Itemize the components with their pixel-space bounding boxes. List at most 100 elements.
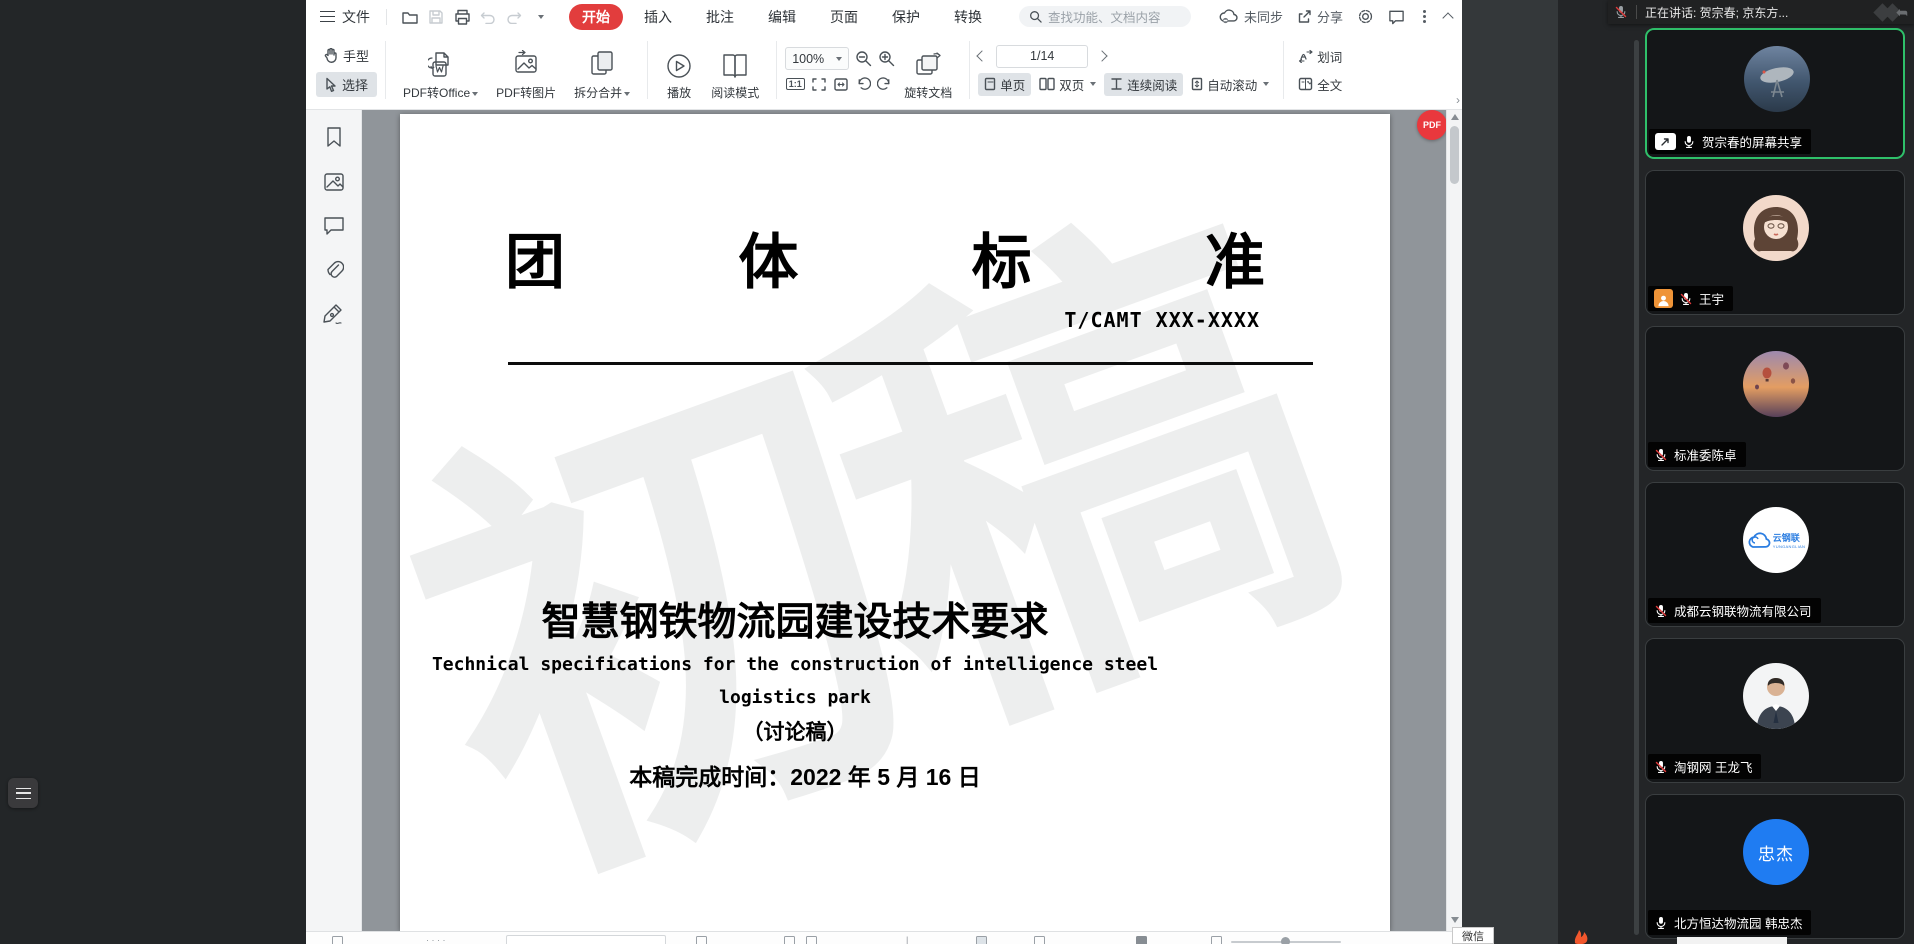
images-icon[interactable] [323,172,345,192]
play-icon [665,52,693,80]
participant-tile[interactable]: 标准委陈卓 [1645,326,1905,471]
redo-button[interactable] [501,6,527,28]
split-merge-button[interactable]: 拆分合并 [565,37,639,103]
document-title-en-line1: Technical specifications for the constru… [400,654,1190,675]
single-page-button[interactable]: 单页 [978,73,1031,96]
tab-comment[interactable]: 批注 [693,4,747,30]
back-arrow-icon[interactable]: ➦ [1896,4,1908,21]
zoom-out-icon[interactable] [855,50,872,67]
chevron-down-icon [1263,82,1269,86]
scroll-up-icon[interactable] [1451,114,1459,120]
pointer-mode-group: 手型 选择 [316,37,377,103]
company-logo-subtext: YUNGANGLIAN [1773,544,1805,549]
hand-tool-button[interactable]: 手型 [316,43,377,68]
play-button[interactable]: 播放 [656,37,702,103]
participant-tile[interactable]: 云钢联 YUNGANGLIAN 成都云钢联物流有限公司 [1645,482,1905,627]
zoom-minus-icon[interactable] [1211,936,1222,944]
pdf-to-office-button[interactable]: PDF转Office [394,37,487,103]
tab-page[interactable]: 页面 [817,4,871,30]
zoom-slider-knob[interactable] [1281,937,1290,944]
full-translate-button[interactable]: 全文 [1292,73,1348,96]
participant-tile[interactable]: 忠杰 北方恒达物流园 韩忠杰 [1645,794,1905,939]
view-icon[interactable] [784,936,795,944]
tab-protect[interactable]: 保护 [879,4,933,30]
bar-controls: ➦ [1876,4,1908,21]
more-options-icon[interactable] [1423,15,1426,18]
toolbar-expand-button[interactable]: › [1456,93,1460,107]
header-char: 标 [972,214,1032,301]
tab-insert[interactable]: 插入 [631,4,685,30]
header-char: 体 [738,214,798,301]
zoom-level-value: 100% [792,52,824,66]
collapsed-sidebar-toggle-button[interactable] [8,778,38,808]
continuous-read-icon [1110,77,1123,91]
zoom-in-icon[interactable] [878,50,895,67]
participant-tile[interactable]: 贺宗春的屏幕共享 [1645,28,1905,159]
tab-home[interactable]: 开始 [569,4,623,30]
double-page-button[interactable]: 双页 [1033,73,1102,96]
fit-width-icon[interactable] [833,77,849,92]
feedback-comment-icon[interactable] [1388,9,1405,25]
next-page-button[interactable] [1097,50,1108,61]
tab-edit[interactable]: 编辑 [755,4,809,30]
split-merge-icon [589,50,615,80]
document-viewport[interactable]: 初稿 团 体 标 准 T/CAMT XXX-XXXX 智慧钢铁物流园建设技术要求… [362,110,1446,931]
search-input[interactable]: 查找功能、文档内容 [1019,6,1191,27]
rotate-left-icon[interactable] [855,77,871,92]
scroll-down-icon[interactable] [1451,917,1459,923]
sync-status-label: 未同步 [1244,7,1283,26]
meeting-background [1462,0,1558,944]
settings-gear-icon[interactable] [1357,8,1374,25]
word-translate-button[interactable]: 划词 [1292,45,1348,68]
vertical-scrollbar[interactable] [1446,110,1462,931]
actual-size-button[interactable]: 1:1 [785,75,805,93]
print-button[interactable] [449,6,475,28]
file-menu-button[interactable]: 文件 [314,7,376,27]
page-layout-icon[interactable] [1034,936,1045,944]
page-indicator-input[interactable] [996,45,1088,68]
tab-convert[interactable]: 转换 [941,4,995,30]
participant-tile[interactable]: 王宇 [1645,170,1905,315]
meeting-panel: 贺宗春的屏幕共享 王宇 标准委陈卓 云钢联 [1462,0,1914,944]
pdf-to-image-icon [512,50,540,80]
more-quick-actions-button[interactable] [527,6,553,28]
wps-pdf-badge[interactable]: PDF [1417,110,1446,140]
continuous-read-button[interactable]: 连续阅读 [1104,73,1183,96]
collapse-ribbon-icon[interactable] [1442,12,1453,23]
wps-taskbar-icon[interactable] [1573,929,1589,944]
view-icon[interactable] [696,936,707,944]
rotate-right-icon[interactable] [877,77,893,92]
share-button[interactable]: 分享 [1297,7,1343,26]
signature-icon[interactable] [322,304,345,325]
zoom-level-select[interactable]: 100% [785,47,849,70]
participant-tile[interactable]: 淘钢网 王龙飞 [1645,638,1905,783]
sidebar-toggle-icon[interactable] [332,936,343,944]
completion-date-line: 本稿完成时间：2022 年 5 月 16 日 [455,758,1155,792]
fit-page-icon[interactable] [811,77,827,92]
chevron-down-icon [836,57,842,61]
previous-page-button[interactable] [977,50,988,61]
pdf-to-office-icon [428,50,454,80]
open-file-button[interactable] [397,6,423,28]
mic-muted-icon[interactable] [1614,4,1628,20]
dark-mode-icon[interactable] [1136,936,1147,944]
statusbar-searchbox[interactable] [506,935,666,944]
rotate-document-button[interactable]: 旋转文档 [895,37,961,103]
continuous-read-label: 连续阅读 [1127,75,1177,94]
sync-status-button[interactable]: 未同步 [1219,7,1283,26]
bookmarks-icon[interactable] [324,126,344,148]
read-mode-button[interactable]: 阅读模式 [702,37,768,103]
select-tool-button[interactable]: 选择 [316,72,377,97]
pdf-to-image-button[interactable]: PDF转图片 [487,37,565,103]
comments-icon[interactable] [323,216,345,235]
redo-icon [506,10,522,24]
view-mode-icon[interactable] [976,936,987,944]
company-logo-text: 云钢联 [1773,531,1805,544]
participant-list-scrollbar[interactable] [1634,40,1639,935]
scrollbar-thumb[interactable] [1450,126,1459,184]
attachment-icon[interactable] [324,259,344,280]
auto-scroll-button[interactable]: 自动滚动 [1185,73,1275,96]
undo-button[interactable] [475,6,501,28]
view-icon[interactable] [806,936,817,944]
save-button[interactable] [423,6,449,28]
